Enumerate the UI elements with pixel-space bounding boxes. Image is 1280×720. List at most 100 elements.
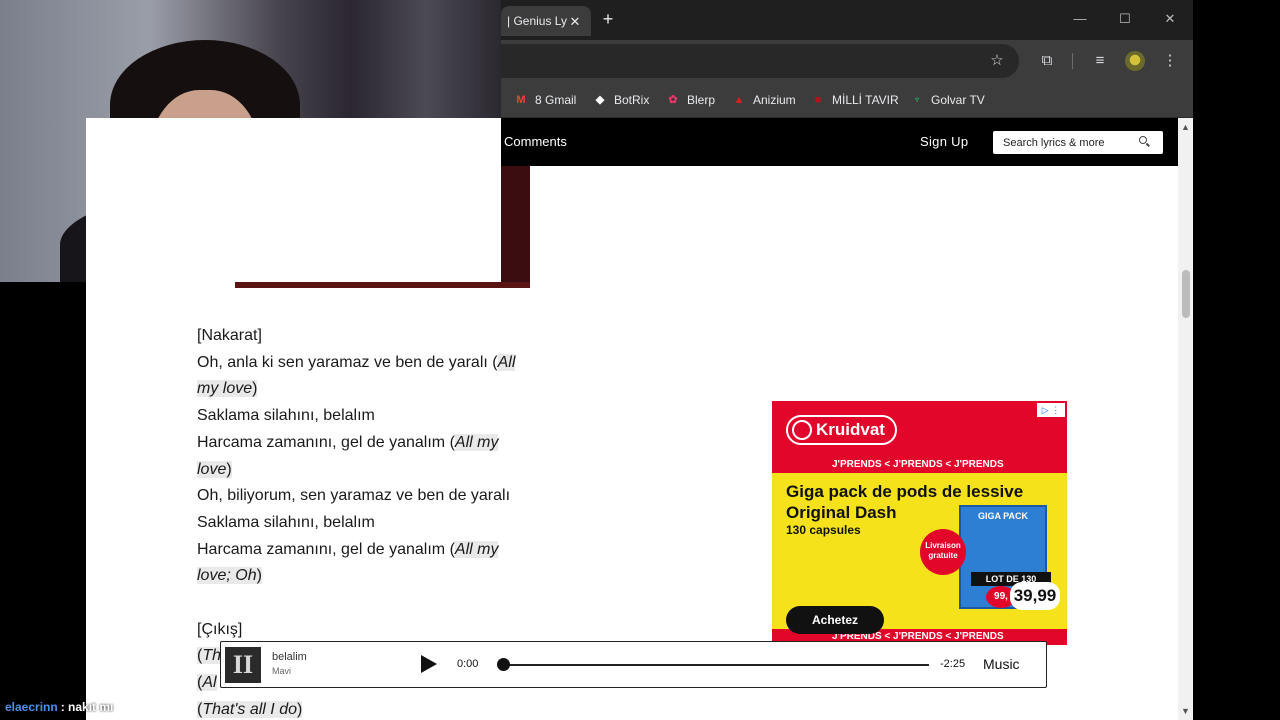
lyric-text: Harcama zamanını, gel de yanalım ( <box>197 540 455 558</box>
lyric-line: love) <box>197 457 547 484</box>
scroll-thumb[interactable] <box>1182 270 1190 318</box>
kruidvat-logo: Kruidvat <box>786 415 897 445</box>
annotation-link[interactable]: All my <box>454 433 499 451</box>
chat-message: elaecrinn : nakıt mı <box>0 695 113 719</box>
webcam-edge <box>501 166 530 288</box>
ad-header: Kruidvat ▷ ⋮ <box>772 401 1067 457</box>
section-header-nakarat: [Nakarat] <box>197 327 262 344</box>
lyric-text[interactable]: ) <box>226 460 232 478</box>
new-tab-button[interactable]: + <box>597 8 619 30</box>
minimize-button[interactable]: — <box>1067 8 1093 30</box>
scroll-down-icon[interactable]: ▼ <box>1181 706 1190 716</box>
lyric-text[interactable]: ) <box>296 700 303 718</box>
lyric-line: Saklama silahını, belalım <box>197 407 375 425</box>
milli-tavir-icon: ■ <box>814 94 822 106</box>
nav-comments-link[interactable]: Comments <box>504 134 567 149</box>
annotation-link[interactable]: love <box>197 460 227 478</box>
time-current: 0:00 <box>457 658 479 670</box>
profile-avatar-icon[interactable] <box>1125 51 1145 71</box>
apple-music-logo[interactable]: Music <box>983 656 1020 672</box>
annotation-link[interactable]: love; Oh <box>197 567 257 585</box>
ad-subtitle: 130 capsules <box>786 523 861 537</box>
bookmark-anizium[interactable]: ▲ Anizium <box>731 90 796 110</box>
ad-price: 39,99 <box>1010 582 1060 610</box>
ad-brand: Kruidvat <box>816 420 885 439</box>
tab-close-icon[interactable]: ✕ <box>567 14 583 30</box>
annotation-link[interactable]: Al <box>202 674 217 692</box>
album-art[interactable]: II <box>225 647 261 683</box>
annotation-link[interactable]: That's all I do <box>202 700 297 718</box>
search-icon[interactable] <box>1139 136 1151 148</box>
maximize-button[interactable]: ☐ <box>1112 8 1138 30</box>
progress-knob[interactable] <box>497 658 510 671</box>
lyric-text: Oh, anla ki sen yaramaz ve ben de yaralı… <box>197 353 498 371</box>
track-artist: Mavi <box>272 666 292 676</box>
play-icon[interactable] <box>421 655 437 673</box>
ad-choices-icon[interactable]: ▷ ⋮ <box>1037 403 1065 417</box>
lyric-text: Harcama zamanını, gel de yanalım ( <box>197 433 455 451</box>
free-delivery-badge: Livraison gratuite <box>920 529 966 575</box>
ad-stripe: J'PRENDS < J'PRENDS < J'PRENDS <box>772 457 1067 473</box>
progress-track[interactable] <box>503 664 929 666</box>
bookmark-gmail[interactable]: M 8 Gmail <box>513 90 576 110</box>
extensions-icon[interactable]: ⧉ <box>1036 50 1058 72</box>
kruidvat-logo-icon <box>792 420 812 440</box>
lyric-line: Oh, anla ki sen yaramaz ve ben de yaralı… <box>197 350 547 377</box>
chat-username: elaecrinn <box>5 700 58 714</box>
blerp-icon: ✿ <box>668 94 678 106</box>
chat-text: : nakıt mı <box>60 700 114 714</box>
genius-header: Comments Sign Up <box>501 118 1178 166</box>
browser-toolbar: ☆ ⧉ ≡ ⋮ <box>501 40 1193 82</box>
gmail-icon: M <box>516 94 526 106</box>
bookmark-label: 8 Gmail <box>535 93 577 107</box>
lyric-line: Harcama zamanını, gel de yanalım (All my <box>197 430 547 457</box>
bookmark-label: BotRix <box>614 93 650 107</box>
webcam-edge-bottom <box>235 282 530 288</box>
close-window-button[interactable]: ✕ <box>1157 8 1183 30</box>
bookmark-label: Golvar TV <box>931 93 985 107</box>
scroll-up-icon[interactable]: ▲ <box>1181 122 1190 132</box>
track-title: belalim <box>272 651 307 663</box>
music-player: II belalim Mavi 0:00 -2:25 Music <box>220 641 1047 688</box>
annotation-link[interactable]: Th <box>202 647 221 665</box>
tab-title: | Genius Ly <box>507 14 568 28</box>
ad-title-line: Giga pack de pods de lessive <box>786 482 1024 501</box>
golvar-tv-icon: ♆ <box>912 94 922 106</box>
stanza-gap <box>197 590 547 617</box>
bookmark-milli-tavir[interactable]: ■ MİLLİ TAVIR <box>810 90 899 110</box>
section-header-cikis: [Çıkış] <box>197 620 243 638</box>
toolbar-divider <box>1072 53 1073 69</box>
tab-genius[interactable]: | Genius Ly ✕ <box>501 6 591 36</box>
bookmark-label: Blerp <box>687 93 716 107</box>
search-input[interactable] <box>993 131 1133 154</box>
time-remaining: -2:25 <box>940 658 966 670</box>
sign-up-button[interactable]: Sign Up <box>920 134 968 149</box>
annotation-link[interactable]: All <box>497 353 516 371</box>
address-bar[interactable] <box>501 44 1019 78</box>
lyric-text[interactable]: ) <box>252 380 258 398</box>
search-box[interactable] <box>993 131 1163 154</box>
advertisement[interactable]: Kruidvat ▷ ⋮ J'PRENDS < J'PRENDS < J'PRE… <box>772 401 1067 645</box>
annotation-link[interactable]: my love <box>197 380 253 398</box>
bookmarks-bar: M 8 Gmail ◆ BotRix ✿ Blerp ▲ Anizium ■ M… <box>501 82 1193 118</box>
lyric-line: (That's all I do) <box>197 697 547 720</box>
bookmark-label: MİLLİ TAVIR <box>832 93 899 107</box>
lyric-line: Harcama zamanını, gel de yanalım (All my <box>197 537 547 564</box>
bookmark-botrix[interactable]: ◆ BotRix <box>592 90 650 110</box>
annotation-link[interactable]: All my <box>454 540 499 558</box>
anizium-icon: ▲ <box>733 94 745 106</box>
menu-kebab-icon[interactable]: ⋮ <box>1159 50 1181 72</box>
ad-buy-button[interactable]: Achetez <box>786 606 884 634</box>
botrix-icon: ◆ <box>595 94 605 106</box>
lyric-text[interactable]: ) <box>256 567 262 585</box>
page-scrollbar[interactable]: ▲ ▼ <box>1178 118 1193 720</box>
star-icon[interactable]: ☆ <box>986 50 1008 72</box>
tab-strip: | Genius Ly ✕ + — ☐ ✕ <box>501 0 1193 40</box>
bookmark-golvar-tv[interactable]: ♆ Golvar TV <box>909 90 985 110</box>
lyric-line: my love) <box>197 376 547 403</box>
lyric-line: love; Oh) <box>197 563 547 590</box>
bookmark-blerp[interactable]: ✿ Blerp <box>665 90 715 110</box>
media-controls-icon[interactable]: ≡ <box>1089 50 1111 72</box>
lyric-line: Oh, biliyorum, sen yaramaz ve ben de yar… <box>197 487 511 505</box>
lyric-line: Saklama silahını, belalım <box>197 513 375 531</box>
